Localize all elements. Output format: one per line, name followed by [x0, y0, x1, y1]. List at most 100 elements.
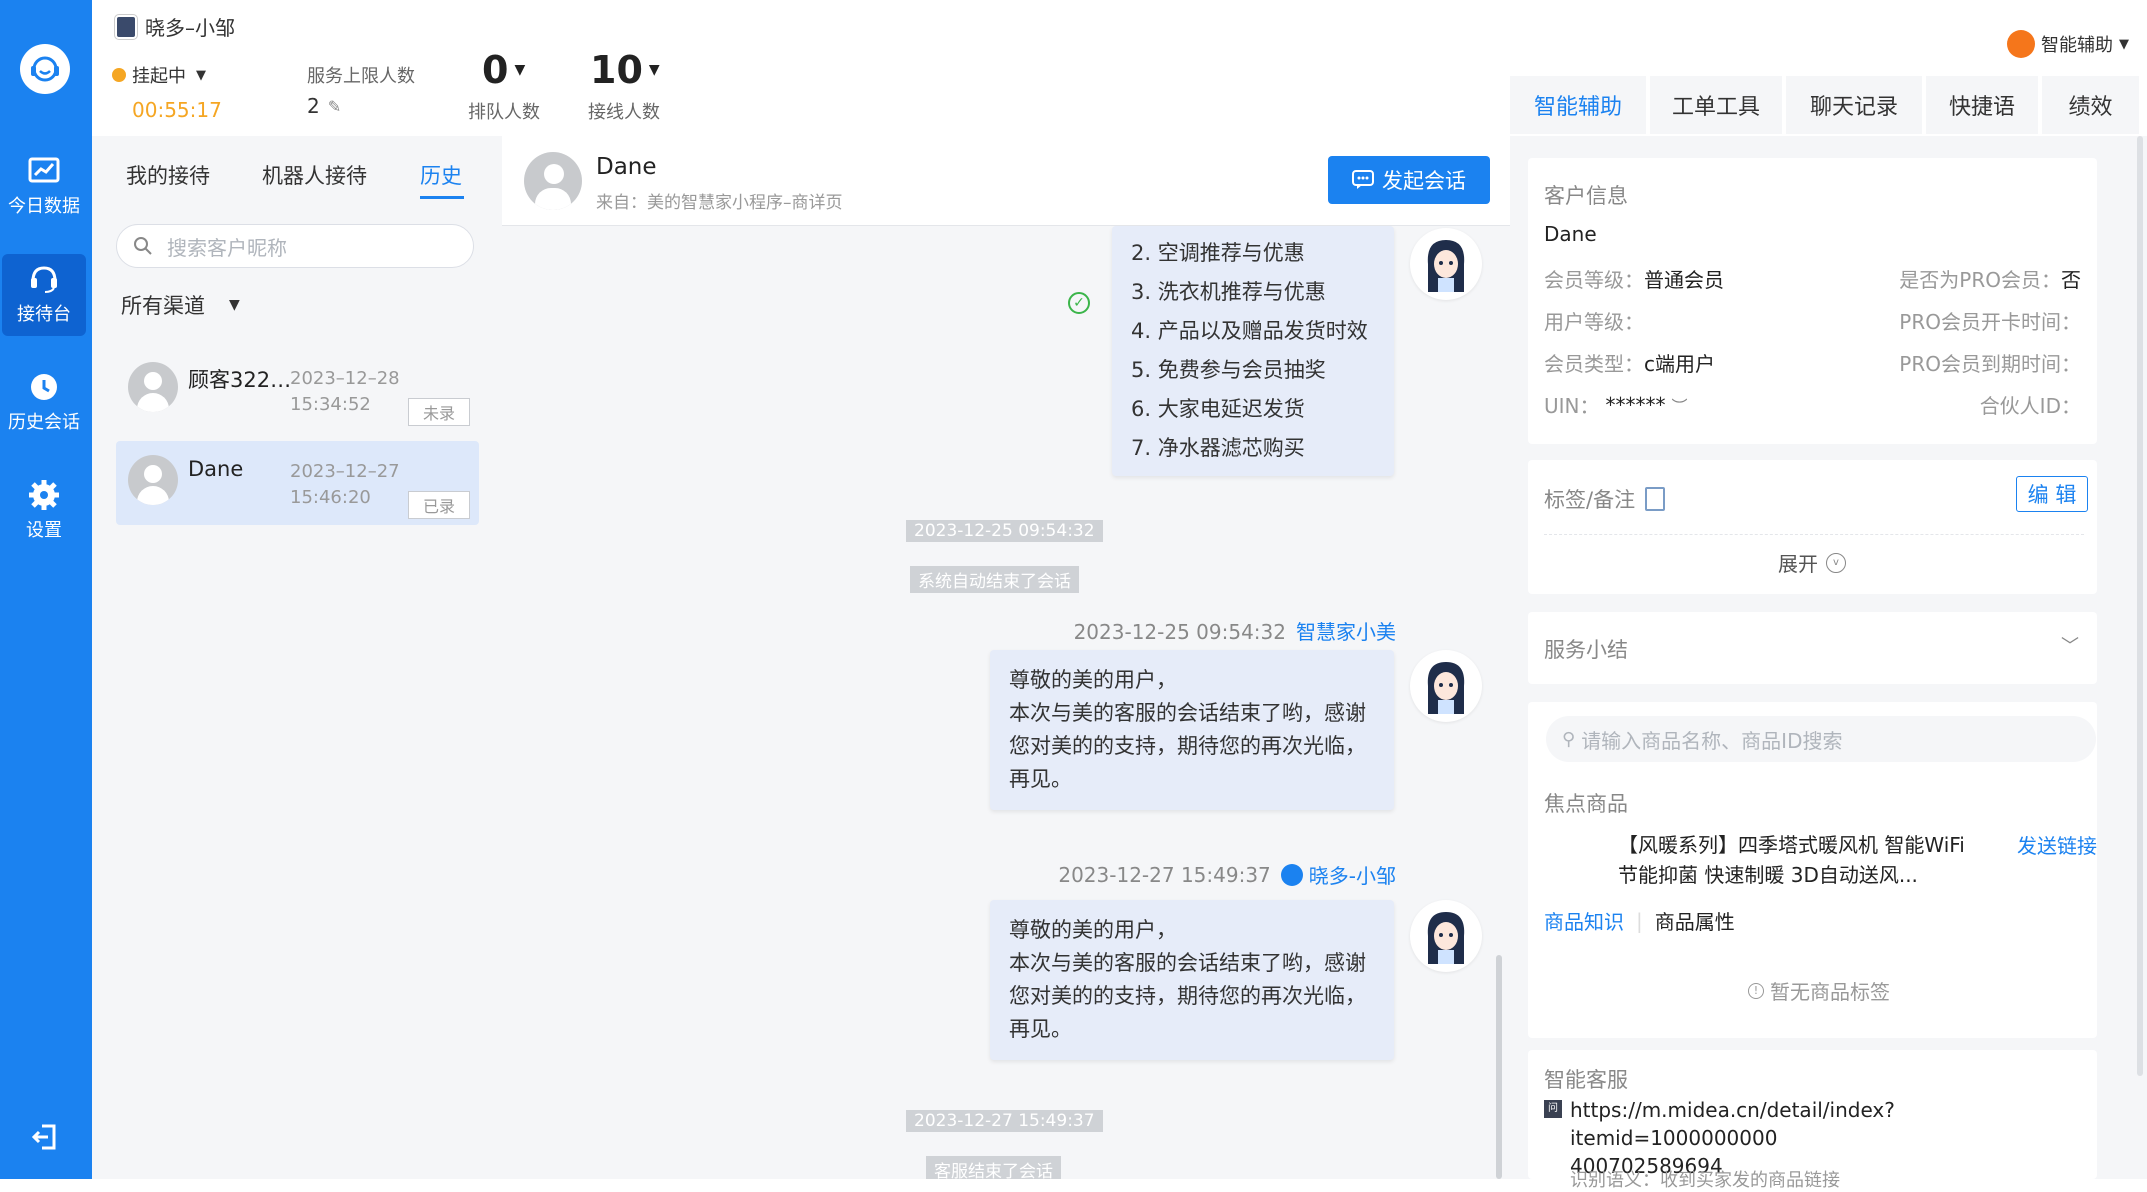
- message-bubble: 尊敬的美的用户， 本次与美的客服的会话结束了哟，感谢 您对美的的支持，期待您的再次光…: [990, 650, 1394, 810]
- system-event-chip: 系统自动结束了会话: [910, 566, 1079, 593]
- service-limit-label: 服务上限人数: [307, 66, 415, 87]
- tab-ticket-tools[interactable]: 工单工具: [1650, 76, 1782, 134]
- tab-history[interactable]: 历史: [420, 160, 462, 190]
- message-sender: 晓多-小邹: [1308, 864, 1396, 888]
- tab-robot-reception[interactable]: 机器人接待: [262, 160, 367, 190]
- tab-my-reception[interactable]: 我的接待: [126, 160, 210, 190]
- chart-icon: [28, 157, 60, 183]
- caret-down-icon: ▼: [229, 297, 240, 313]
- nav-label: 设置: [26, 520, 62, 541]
- is-pro: 是否为PRO会员：否: [1899, 268, 2081, 292]
- conversation-name: 顾客3220000: [188, 368, 298, 392]
- agent-avatar-icon: [115, 14, 137, 39]
- menu-item[interactable]: 4. 产品以及赠品发货时效: [1131, 312, 1375, 351]
- tab-product-attributes[interactable]: 商品属性: [1655, 906, 1735, 935]
- status-dropdown[interactable]: 挂起中 ▼: [112, 62, 206, 88]
- tab-quick-phrases[interactable]: 快捷语: [1926, 76, 2038, 134]
- tab-smart-assist[interactable]: 智能辅助: [1510, 76, 1646, 134]
- nav-label: 今日数据: [8, 196, 80, 217]
- tab-chat-records[interactable]: 聊天记录: [1786, 76, 1922, 134]
- message-sender: 智慧家小美: [1296, 620, 1396, 644]
- customer-info-card: 客户信息 Dane 会员等级：普通会员 是否为PRO会员：否 用户等级： PRO…: [1528, 158, 2097, 444]
- status-text: 挂起中: [132, 66, 186, 87]
- nav-item-history[interactable]: 历史会话: [2, 362, 86, 444]
- product-search-input[interactable]: ⚲ 请输入商品名称、商品ID搜索: [1546, 716, 2096, 762]
- queue-count[interactable]: 0 ▼: [482, 48, 525, 92]
- card-title: 智能客服: [1544, 1068, 1628, 1092]
- channel-select[interactable]: 所有渠道 ▼: [121, 290, 240, 320]
- menu-item[interactable]: 2. 空调推荐与优惠: [1131, 234, 1375, 273]
- robot-icon: [2007, 30, 2035, 58]
- divider: [1544, 534, 2084, 535]
- search-icon: [134, 237, 152, 255]
- expand-toggle[interactable]: 展开 v: [1778, 548, 1846, 577]
- nav-item-reception[interactable]: 接待台: [2, 254, 86, 336]
- channel-value: 所有渠道: [121, 294, 205, 318]
- nav-item-today-data[interactable]: 今日数据: [2, 146, 86, 228]
- product-card: ⚲ 请输入商品名称、商品ID搜索 焦点商品 【风暖系列】四季塔式暖风机 智能Wi…: [1528, 702, 2097, 1038]
- nav-label: 接待台: [17, 304, 71, 325]
- chevron-down-icon: ▼: [196, 67, 206, 83]
- chat-scrollbar[interactable]: [1496, 955, 1502, 1179]
- chat-bubble-icon: [1352, 170, 1374, 189]
- smart-assist-dropdown[interactable]: 智能辅助 ▼: [2007, 30, 2129, 58]
- service-summary-card[interactable]: 服务小结 ﹀: [1528, 612, 2097, 684]
- tab-product-knowledge[interactable]: 商品知识: [1544, 906, 1624, 935]
- session-timer: 00:55:17: [132, 98, 222, 122]
- chevron-circle-down-icon: v: [1826, 552, 1846, 573]
- nav-label: 历史会话: [8, 412, 80, 433]
- chevron-down-icon[interactable]: ﹀: [2061, 632, 2079, 658]
- menu-bubble: 2. 空调推荐与优惠 3. 洗衣机推荐与优惠 4. 产品以及赠品发货时效 5. …: [1112, 226, 1394, 476]
- empty-tags-state: ! 暂无商品标签: [1748, 976, 1890, 1005]
- search-icon: ⚲: [1562, 728, 1576, 750]
- assist-scrollbar[interactable]: [2137, 136, 2143, 1076]
- avatar: [128, 455, 178, 505]
- card-title: 服务小结: [1544, 638, 1628, 662]
- logout-icon[interactable]: [30, 1122, 60, 1156]
- chat-header: Dane 来自：美的智慧家小程序–商详页 发起会话: [502, 136, 1510, 226]
- search-placeholder: 搜索客户昵称: [167, 235, 287, 260]
- chevron-down-icon: ▼: [514, 62, 526, 78]
- service-limit-value: 2: [307, 94, 320, 118]
- note-icon[interactable]: [1645, 487, 1666, 511]
- queue-label: 排队人数: [468, 102, 540, 123]
- send-link-button[interactable]: 发送链接: [2017, 830, 2097, 859]
- partner-id: 合伙人ID：: [1979, 394, 2081, 418]
- system-time-chip: 2023-12-27 15:49:37: [906, 1110, 1103, 1132]
- customer-search-input[interactable]: 搜索客户昵称: [116, 224, 474, 268]
- menu-item[interactable]: 3. 洗衣机推荐与优惠: [1131, 273, 1375, 312]
- system-event-chip: 客服结束了会话: [926, 1156, 1061, 1179]
- menu-item[interactable]: 5. 免费参与会员抽奖: [1131, 351, 1375, 390]
- chevron-down-icon: ▼: [648, 62, 660, 78]
- conversation-date: 2023–12–27 15:46:20: [290, 461, 400, 508]
- member-level: 会员等级：普通会员: [1544, 268, 1724, 292]
- conversation-name: Dane: [188, 457, 244, 481]
- menu-item[interactable]: 7. 净水器滤芯购买: [1131, 429, 1375, 468]
- start-conversation-button[interactable]: 发起会话: [1328, 156, 1490, 204]
- pencil-icon[interactable]: ✎: [328, 97, 341, 116]
- card-title: 标签/备注: [1544, 484, 1666, 514]
- headset-logo-icon: [20, 44, 70, 94]
- uin: UIN： ****** ︶: [1544, 392, 1688, 419]
- eye-closed-icon[interactable]: ︶: [1672, 393, 1688, 417]
- conversation-item-selected[interactable]: Dane 2023–12–27 15:46:20 已录: [116, 441, 479, 525]
- avatar: [128, 362, 178, 412]
- chevron-down-icon: ▼: [2119, 36, 2129, 52]
- gear-icon: [29, 480, 59, 510]
- customer-source: 来自：美的智慧家小程序–商详页: [596, 193, 843, 213]
- conversation-date: 2023–12–28 15:34:52: [290, 368, 400, 415]
- conversation-item[interactable]: 顾客3220000 2023–12–2815:34:52 未录: [116, 348, 479, 432]
- menu-item[interactable]: 6. 大家电延迟发货: [1131, 390, 1375, 429]
- edit-tags-button[interactable]: 编 辑: [2016, 476, 2088, 512]
- bot-avatar: [1410, 228, 1482, 300]
- message-meta: 2023-12-27 15:49:37 晓多-小邹: [1058, 860, 1396, 889]
- bot-avatar: [1410, 900, 1482, 972]
- avatar: [524, 152, 582, 210]
- status-dot-icon: [112, 68, 126, 82]
- info-icon: !: [1748, 982, 1764, 999]
- online-count[interactable]: 10 ▼: [590, 48, 660, 92]
- agent-bot-icon: [1280, 863, 1303, 886]
- tags-card: 标签/备注 编 辑 展开 v: [1528, 460, 2097, 594]
- nav-item-settings[interactable]: 设置: [2, 470, 86, 552]
- tab-performance[interactable]: 绩效: [2042, 76, 2139, 134]
